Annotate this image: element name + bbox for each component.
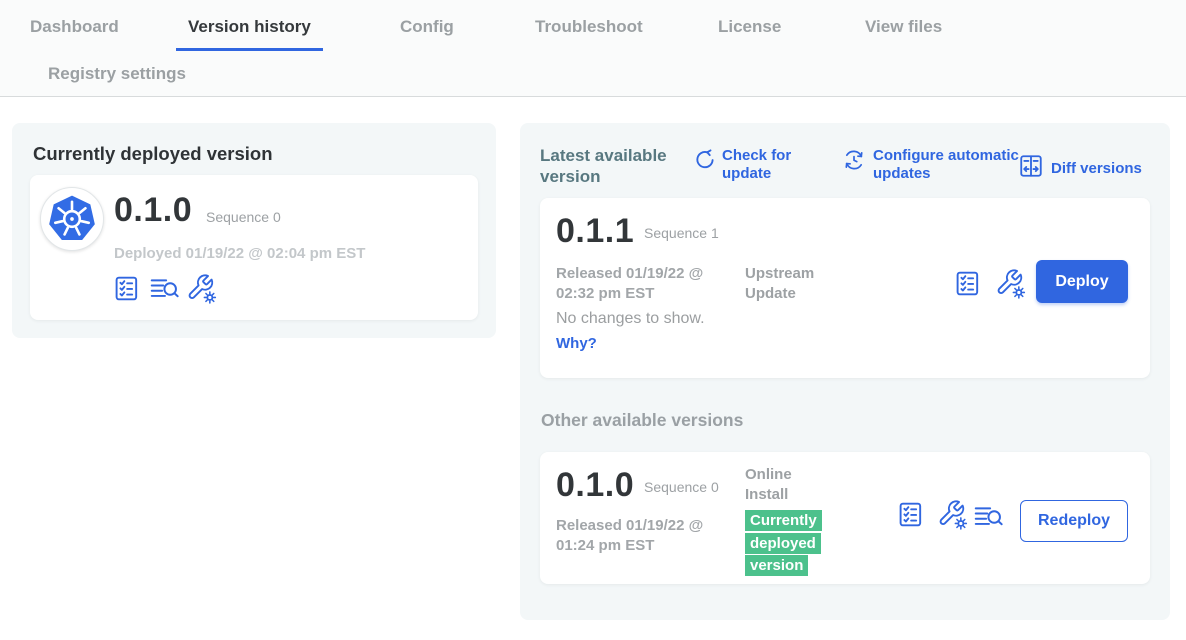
deploy-logs-icon[interactable] [974, 504, 1004, 530]
latest-version-card: 0.1.1 Sequence 1 Released 01/19/22 @ 02:… [540, 198, 1150, 378]
app-logo [40, 187, 104, 251]
edit-config-icon[interactable] [995, 268, 1026, 299]
latest-version-number: 0.1.1 [556, 212, 634, 251]
configure-automatic-updates-label: Configure automatic updates [873, 147, 1023, 183]
other-sequence-label: Sequence 0 [644, 478, 719, 496]
check-for-update-link[interactable]: Check for update [692, 147, 810, 183]
tab-registry-settings[interactable]: Registry settings [48, 64, 186, 84]
deployed-version-card: 0.1.0 Sequence 0 Deployed 01/19/22 @ 02:… [30, 175, 478, 320]
latest-sequence-label: Sequence 1 [644, 224, 719, 242]
deployed-sequence-label: Sequence 0 [206, 208, 281, 226]
tab-dashboard[interactable]: Dashboard [30, 17, 119, 37]
currently-deployed-badge: Currently deployed version [745, 510, 827, 578]
no-changes-note: No changes to show. [556, 310, 705, 328]
other-versions-title: Other available versions [541, 410, 743, 431]
deploy-logs-icon[interactable] [150, 276, 180, 302]
latest-available-title: Latest available version [540, 145, 680, 188]
edit-config-icon[interactable] [186, 273, 217, 304]
preflight-checks-icon[interactable] [113, 275, 140, 302]
diff-icon [1018, 153, 1044, 184]
why-link[interactable]: Why? [556, 335, 597, 352]
app-nav: Dashboard Version history Config Trouble… [0, 0, 1186, 97]
refresh-icon [692, 148, 715, 176]
tab-troubleshoot[interactable]: Troubleshoot [535, 17, 643, 37]
currently-deployed-title: Currently deployed version [33, 143, 273, 165]
tab-version-history[interactable]: Version history [176, 17, 323, 51]
check-for-update-label: Check for update [722, 147, 807, 183]
currently-deployed-panel: Currently deployed version 0.1.0 Sequenc… [12, 123, 496, 338]
edit-config-icon[interactable] [937, 499, 968, 530]
other-version-number: 0.1.0 [556, 466, 634, 505]
available-versions-panel: Latest available version Check for updat… [520, 123, 1170, 620]
other-source-label: Online Install [745, 465, 805, 506]
tab-view-files[interactable]: View files [865, 17, 942, 37]
tab-license[interactable]: License [718, 17, 781, 37]
redeploy-button[interactable]: Redeploy [1020, 500, 1128, 542]
deployed-version-number: 0.1.0 [114, 191, 192, 230]
deploy-button[interactable]: Deploy [1036, 260, 1128, 303]
latest-source-label: Upstream Update [745, 264, 830, 305]
preflight-checks-icon[interactable] [954, 270, 981, 297]
tab-config[interactable]: Config [400, 17, 454, 37]
configure-automatic-updates-link[interactable]: Configure automatic updates [842, 147, 1027, 183]
kubernetes-logo-icon [46, 193, 98, 245]
diff-versions-label: Diff versions [1051, 160, 1142, 178]
latest-released-timestamp: Released 01/19/22 @ 02:32 pm EST [556, 264, 741, 305]
other-version-card: 0.1.0 Sequence 0 Released 01/19/22 @ 01:… [540, 452, 1150, 584]
preflight-checks-icon[interactable] [897, 501, 924, 528]
diff-versions-link[interactable]: Diff versions [1018, 153, 1142, 184]
deployed-card-actions [113, 273, 217, 304]
deployed-timestamp: Deployed 01/19/22 @ 02:04 pm EST [114, 245, 365, 262]
auto-update-icon [842, 148, 866, 177]
other-released-timestamp: Released 01/19/22 @ 01:24 pm EST [556, 516, 741, 557]
